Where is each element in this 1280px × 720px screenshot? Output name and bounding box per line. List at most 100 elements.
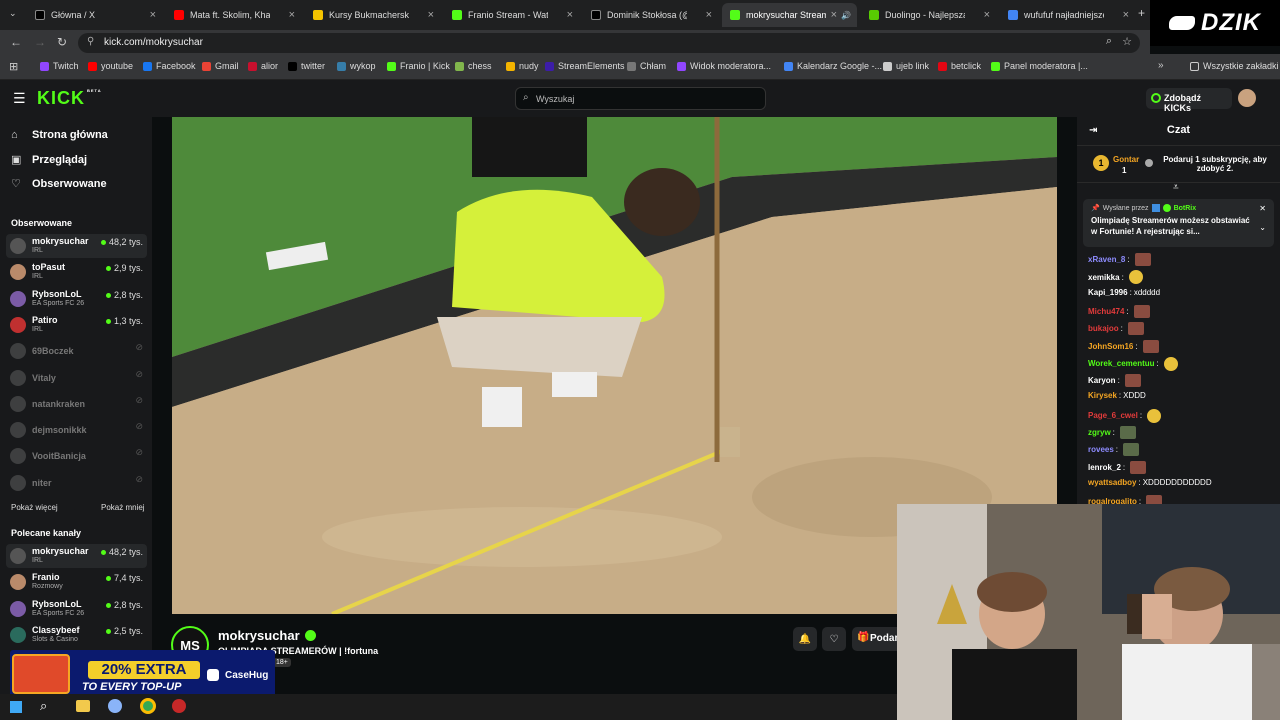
bookmark-item[interactable]: Franio | Kick (387, 61, 450, 71)
bookmark-item[interactable]: Panel moderatora |... (991, 61, 1088, 71)
bookmark-item[interactable]: Chłam (627, 61, 666, 71)
chrome-icon[interactable] (140, 698, 156, 714)
gift-promo-text[interactable]: Podaruj 1 subskrypcję, aby zdobyć 2. (1160, 155, 1270, 173)
chat-username[interactable]: Kirysek (1088, 391, 1117, 400)
new-tab-icon[interactable]: + (1138, 6, 1145, 20)
reload-icon[interactable]: ↻ (57, 35, 67, 49)
browser-tab[interactable]: Główna / X × (27, 3, 162, 27)
bookmark-star-icon[interactable]: ☆ (1122, 35, 1132, 48)
collapse-chat-icon[interactable]: ⇥ (1089, 125, 1097, 136)
chat-filter-icon[interactable]: ⩡ (1173, 182, 1179, 193)
chat-username[interactable]: Kapi_1996 (1088, 288, 1128, 297)
sidebar-channel[interactable]: mokrysuchar IRL 48,2 tys. (6, 544, 147, 568)
all-bookmarks-button[interactable]: Wszystkie zakładki (1190, 61, 1279, 71)
chat-username[interactable]: Karyon (1088, 376, 1116, 385)
tab-close-icon[interactable]: × (706, 9, 712, 21)
tab-close-icon[interactable]: × (1123, 9, 1129, 21)
app-icon[interactable] (108, 699, 122, 713)
bookmark-item[interactable]: Gmail (202, 61, 239, 71)
nav-item[interactable]: ▣ Przeglądaj (11, 153, 87, 167)
sidebar-channel[interactable]: natankraken ⊘ (6, 392, 147, 416)
nav-item[interactable]: ⌂ Strona główna (11, 129, 108, 141)
chat-username[interactable]: xRaven_8 (1088, 255, 1125, 264)
search-input[interactable]: ⌕ Wyszukaj (515, 87, 766, 110)
apps-grid-icon[interactable]: ⊞ (9, 60, 18, 73)
bookmark-item[interactable]: youtube (88, 61, 133, 71)
tab-close-icon[interactable]: × (984, 9, 990, 21)
bookmark-item[interactable]: betclick (938, 61, 981, 71)
sidebar-channel[interactable]: VooitBanicja ⊘ (6, 444, 147, 468)
tab-list-icon[interactable]: ⌄ (9, 8, 17, 19)
chat-username[interactable]: Worek_cementuu (1088, 359, 1155, 368)
file-explorer-icon[interactable] (76, 700, 90, 712)
tab-close-icon[interactable]: × (831, 9, 837, 21)
pinned-message[interactable]: 📌 Wysłane przez BotRix Olimpiadę Streame… (1083, 199, 1274, 247)
get-kicks-button[interactable]: Zdobądź KICKs (1146, 88, 1232, 113)
bookmark-item[interactable]: ujeb link (883, 61, 929, 71)
browser-tab[interactable]: Franio Stream - Watch Liv × (444, 3, 579, 27)
sidebar-channel[interactable]: Patiro IRL 1,3 tys. (6, 313, 147, 337)
sidebar-channel[interactable]: Vitaly ⊘ (6, 366, 147, 390)
bookmark-item[interactable]: alior (248, 61, 278, 71)
taskbar-search-icon[interactable]: ⌕ (40, 698, 47, 714)
back-icon[interactable]: ← (10, 35, 22, 49)
expand-pinned-icon[interactable]: ⌄ (1259, 223, 1266, 232)
url-field[interactable]: ⚲ kick.com/mokrysuchar ⌕ ☆ (78, 33, 1140, 53)
browser-tab[interactable]: Dominik Stokłosa (@Mok × (583, 3, 718, 27)
tab-audio-icon[interactable]: 🔊 (841, 11, 851, 20)
sidebar-channel[interactable]: niter ⊘ (6, 471, 147, 495)
bookmark-item[interactable]: wykop (337, 61, 376, 71)
show-less-button[interactable]: Pokaż mniej (101, 503, 145, 512)
bookmark-item[interactable]: chess (455, 61, 492, 71)
notification-bell-button[interactable]: 🔔 (793, 627, 817, 651)
bookmark-item[interactable]: Twitch (40, 61, 79, 71)
sidebar-channel[interactable]: Classybeef Slots & Casino 2,5 tys. (6, 623, 147, 647)
browser-tab[interactable]: mokrysuchar Stream × 🔊 (722, 3, 857, 27)
obs-icon[interactable] (172, 699, 186, 713)
sidebar-channel[interactable]: 69Boczek ⊘ (6, 339, 147, 363)
browser-tab[interactable]: Kursy Bukmacherskie Olim × (305, 3, 440, 27)
chat-username[interactable]: xemikka (1088, 273, 1120, 282)
chat-username[interactable]: JohnSom16 (1088, 342, 1133, 351)
kick-logo[interactable]: KICK BETA (37, 88, 102, 109)
bookmark-item[interactable]: nudy (506, 61, 539, 71)
unpin-icon[interactable]: ✕ (1259, 204, 1266, 213)
bookmark-item[interactable]: twitter (288, 61, 325, 71)
chat-username[interactable]: Michu474 (1088, 307, 1124, 316)
zoom-icon[interactable]: ⌕ (1106, 35, 1112, 48)
menu-hamburger-icon[interactable]: ☰ (13, 90, 26, 107)
tab-close-icon[interactable]: × (289, 9, 295, 21)
windows-start-icon[interactable] (10, 701, 22, 713)
bookmark-item[interactable]: StreamElements (545, 61, 625, 71)
browser-tab[interactable]: Duolingo - Najlepsza na × (861, 3, 996, 27)
nav-item[interactable]: ♡ Obserwowane (11, 177, 107, 191)
chat-username[interactable]: bukajoo (1088, 324, 1119, 333)
browser-tab[interactable]: wufufuf najładniejsze str × (1000, 3, 1135, 27)
sidebar-channel[interactable]: mokrysuchar IRL 48,2 tys. (6, 234, 147, 258)
sidebar-channel[interactable]: toPasut IRL 2,9 tys. (6, 260, 147, 284)
chat-username[interactable]: zgryw (1088, 428, 1111, 437)
sidebar-channel[interactable]: Franio Rozmowy 7,4 tys. (6, 570, 147, 594)
bookmark-item[interactable]: Facebook (143, 61, 196, 71)
channel-name[interactable]: mokrysuchar (218, 628, 316, 643)
tab-close-icon[interactable]: × (567, 9, 573, 21)
sidebar-channel[interactable]: dejmsonikkk ⊘ (6, 418, 147, 442)
tab-close-icon[interactable]: × (150, 9, 156, 21)
sidebar-channel[interactable]: RybsonLoL EA Sports FC 26 2,8 tys. (6, 287, 147, 311)
user-avatar[interactable] (1238, 89, 1256, 107)
tab-close-icon[interactable]: × (428, 9, 434, 21)
ad-banner[interactable]: 20% EXTRA TO EVERY TOP-UP CaseHug (10, 650, 275, 700)
sidebar-channel[interactable]: RybsonLoL EA Sports FC 26 2,8 tys. (6, 597, 147, 621)
chat-username[interactable]: rovees (1088, 445, 1114, 454)
browser-tab[interactable]: Mata ft. Skolim, Khaid - K × (166, 3, 301, 27)
forward-icon[interactable]: → (34, 35, 46, 49)
bookmark-item[interactable]: Kalendarz Google -... (784, 61, 882, 71)
bookmarks-overflow-icon[interactable]: » (1158, 60, 1164, 71)
bookmark-item[interactable]: Widok moderatora... (677, 61, 771, 71)
chat-username[interactable]: Page_6_cwel (1088, 411, 1138, 420)
unfollow-button[interactable]: ♡ (822, 627, 846, 651)
chat-username[interactable]: lenrok_2 (1088, 463, 1121, 472)
show-more-button[interactable]: Pokaż więcej (11, 503, 58, 512)
site-info-icon[interactable]: ⚲ (87, 36, 94, 47)
chat-username[interactable]: wyattsadboy (1088, 478, 1136, 487)
